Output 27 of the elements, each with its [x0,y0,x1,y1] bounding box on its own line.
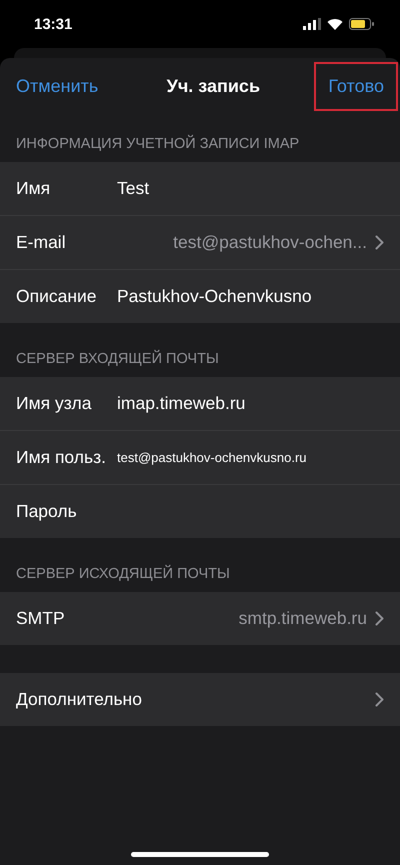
input-field[interactable]: test@pastukhov-ochenvkusno.ru [117,450,384,465]
section-header: ИНФОРМАЦИЯ УЧЕТНОЙ ЗАПИСИ IMAP [15,136,300,154]
chevron-icon [375,611,384,626]
signal-icon [303,18,321,30]
battery-icon [349,18,374,30]
row-label: Дополнительно [16,689,142,710]
input-field[interactable]: Test [117,178,384,199]
wifi-icon [327,18,343,30]
input-field[interactable]: imap.timeweb.ru [117,393,384,414]
row-label: Описание [16,286,98,307]
row-label: Пароль [16,501,78,522]
status-time: 13:31 [34,16,72,32]
row-label: SMTP [16,608,66,629]
row-label: Имя [16,178,52,199]
done-button[interactable]: Готово [314,62,398,110]
row-label: Имя польз. [16,447,107,468]
chevron-icon [375,692,384,707]
row-label: E-mail [16,232,67,253]
row-value: test@pastukhov-ochen... [172,232,367,253]
nav-title: Уч. запись [166,76,260,96]
cancel-button[interactable]: Отменить [16,76,98,96]
section-header: СЕРВЕР ВХОДЯЩЕЙ ПОЧТЫ [15,351,220,369]
section-header: СЕРВЕР ИСХОДЯЩЕЙ ПОЧТЫ [15,566,231,584]
row-label: Имя узла [16,393,92,414]
chevron-icon [375,235,384,250]
input-field[interactable]: Pastukhov-Ochenvkusno [117,286,384,307]
row-value: smtp.timeweb.ru [238,608,367,629]
